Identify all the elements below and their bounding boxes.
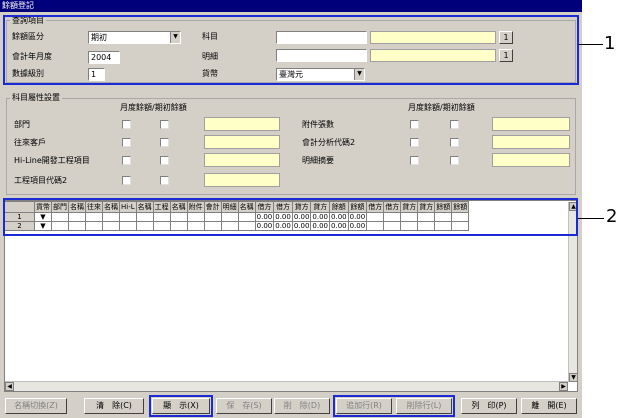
checkbox-monthly[interactable]: [410, 156, 419, 165]
attr-input-detail-summary[interactable]: [492, 153, 570, 167]
attribute-group: [6, 98, 576, 195]
save-button[interactable]: 保 存(S): [216, 398, 272, 414]
checkbox-opening[interactable]: [450, 138, 459, 147]
attr-input-attachments[interactable]: [492, 117, 570, 131]
highlight-box-show: [149, 395, 213, 417]
checkbox-monthly[interactable]: [122, 156, 131, 165]
checkbox-opening[interactable]: [450, 120, 459, 129]
attr-input-department[interactable]: [204, 117, 280, 131]
print-button[interactable]: 列 印(P): [461, 398, 517, 414]
checkbox-opening[interactable]: [160, 120, 169, 129]
window-title-bar: 餘額登記: [0, 0, 582, 12]
attr-label-hiline: Hi-Line開發工程項目: [14, 156, 90, 165]
callout-number-2: 2: [606, 206, 618, 227]
checkbox-monthly[interactable]: [122, 120, 131, 129]
exit-button[interactable]: 離 開(E): [521, 398, 577, 414]
callout-line-1: [579, 44, 603, 45]
attr-input-hiline[interactable]: [204, 153, 280, 167]
checkbox-monthly[interactable]: [410, 138, 419, 147]
checkbox-monthly[interactable]: [122, 176, 131, 185]
attr-label-department: 部門: [14, 120, 30, 129]
highlight-box-grid: [3, 198, 578, 236]
scroll-right-icon[interactable]: ▶: [559, 382, 568, 391]
attr-label-customer: 往來客戶: [14, 138, 46, 147]
checkbox-opening[interactable]: [160, 176, 169, 185]
scroll-left-icon[interactable]: ◀: [5, 382, 14, 391]
attr-input-analysis-code[interactable]: [492, 135, 570, 149]
rename-button[interactable]: 名稱切換(Z): [5, 398, 67, 414]
highlight-box-query: [3, 15, 579, 85]
clear-button[interactable]: 清 除(C): [84, 398, 144, 414]
scroll-down-icon[interactable]: ▼: [569, 373, 578, 382]
attr-label-project-code: 工程項目代碼2: [14, 176, 68, 185]
attr-input-project-code[interactable]: [204, 173, 280, 187]
horizontal-scrollbar[interactable]: ◀ ▶: [5, 381, 568, 391]
checkbox-opening[interactable]: [160, 138, 169, 147]
highlight-box-row-buttons: [333, 395, 455, 417]
callout-line-2: [578, 218, 604, 219]
checkbox-opening[interactable]: [160, 156, 169, 165]
callout-number-1: 1: [604, 33, 616, 54]
attribute-group-title: 科目屬性設置: [10, 93, 62, 103]
attr-col-header-right: 月度餘額/期初餘額: [408, 103, 475, 112]
attr-col-header-left: 月度餘額/期初餘額: [120, 103, 187, 112]
attr-label-analysis-code: 會計分析代碼2: [302, 138, 356, 147]
checkbox-monthly[interactable]: [410, 120, 419, 129]
attr-label-attachments: 附件張數: [302, 120, 334, 129]
checkbox-monthly[interactable]: [122, 138, 131, 147]
attr-label-detail-summary: 明細摘要: [302, 156, 334, 165]
attr-input-customer[interactable]: [204, 135, 280, 149]
checkbox-opening[interactable]: [450, 156, 459, 165]
delete-button[interactable]: 削 除(D): [274, 398, 330, 414]
